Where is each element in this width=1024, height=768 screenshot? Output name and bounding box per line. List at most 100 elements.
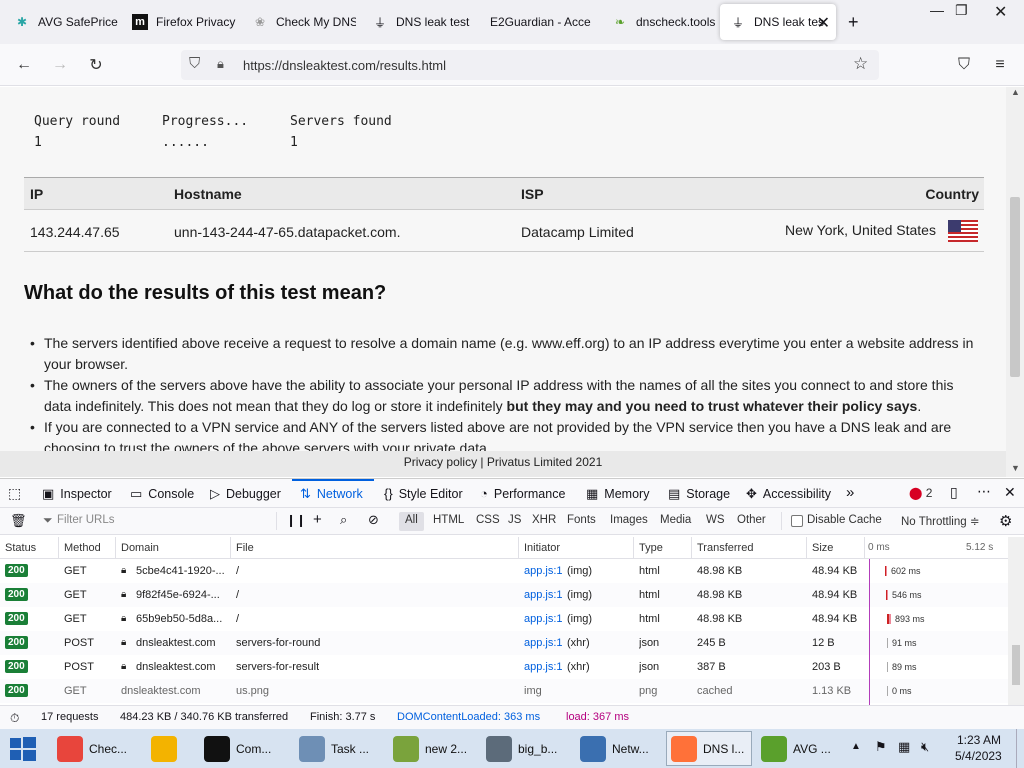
forward-arrow-icon[interactable]: → (48, 53, 72, 77)
taskbar-app[interactable]: new 2... (389, 731, 479, 766)
tab-e2guardian[interactable]: E2Guardian - Acce (480, 4, 598, 40)
table-row[interactable]: 200 GET 🔒︎ 5cbe4c41-1920-... / app.js:1 (img) h… (0, 559, 1008, 583)
tab-storage[interactable]: ▤ Storage (668, 486, 730, 502)
scrollbar-thumb[interactable] (1010, 197, 1020, 377)
taskbar-app[interactable]: DNS l... (666, 731, 752, 766)
filter-media[interactable]: Media (660, 514, 691, 526)
more-tabs-chevron-icon[interactable]: » (846, 484, 854, 501)
menu-icon[interactable]: ≡ (988, 53, 1012, 77)
tab-memory[interactable]: ▦ Memory (586, 486, 649, 502)
table-row[interactable]: 200 GET dnsleaktest.com us.png img png cached 1… (0, 679, 1008, 703)
show-hidden-icons-chevron[interactable]: ▲ (851, 741, 861, 752)
tab-network[interactable]: ⇅ Network (300, 486, 363, 502)
col-method[interactable]: Method (64, 542, 101, 554)
tab-console[interactable]: ▭ Console (130, 486, 194, 502)
bookmark-star-icon[interactable]: ☆ (853, 54, 868, 74)
disable-cache-label[interactable]: Disable Cache (807, 514, 882, 526)
clock-date[interactable]: 5/4/2023 (955, 749, 1002, 763)
lock-icon[interactable]: 🔒︎ (217, 56, 224, 72)
col-file[interactable]: File (236, 542, 254, 554)
tab-dns-leak-test[interactable]: ⏚ DNS leak test (362, 4, 478, 40)
table-row: 143.244.47.65 unn-143-244-47-65.datapack… (24, 209, 984, 252)
block-icon[interactable]: ⊘ (368, 512, 379, 528)
filter-ws[interactable]: WS (706, 514, 725, 526)
taskbar-app[interactable]: big_b... (482, 731, 572, 766)
scroll-up-icon[interactable]: ▲ (1011, 87, 1020, 97)
filter-all[interactable]: All (405, 514, 418, 526)
scrollbar-thumb[interactable] (1012, 645, 1020, 685)
col-initiator[interactable]: Initiator (524, 542, 560, 554)
filter-urls-input[interactable]: Filter URLs (57, 514, 115, 526)
filter-other[interactable]: Other (737, 514, 766, 526)
search-icon[interactable]: ⌕ (340, 512, 347, 528)
tab-style-editor[interactable]: {} Style Editor (384, 486, 463, 501)
taskbar-app[interactable]: Chec... (53, 731, 143, 766)
flag-icon[interactable]: ⚑ (875, 739, 887, 755)
tab-check-my-dns[interactable]: ❀ Check My DNS (242, 4, 356, 40)
disable-cache-checkbox[interactable] (791, 515, 803, 527)
trash-icon[interactable]: 🗑︎ (10, 513, 27, 529)
pause-icon[interactable]: ❙❙ (286, 513, 306, 527)
reload-icon[interactable]: ↻ (84, 53, 108, 77)
volume-muted-icon[interactable]: 🔇︎ (921, 739, 929, 755)
page-scrollbar[interactable]: ▲ ▼ (1006, 87, 1024, 477)
tab-dns-leak-test-active[interactable]: ⏚ DNS leak tes ✕ (720, 4, 836, 40)
show-desktop-button[interactable] (1016, 729, 1024, 768)
table-row[interactable]: 200 POST 🔒︎ dnsleaktest.com servers-for-resu… (0, 655, 1008, 679)
filter-fonts[interactable]: Fonts (567, 514, 596, 526)
element-picker-icon[interactable]: ⬚ (8, 485, 21, 502)
col-transferred[interactable]: Transferred (697, 542, 753, 554)
col-status[interactable]: Status (5, 542, 36, 554)
tab-debugger[interactable]: ▷ Debugger (210, 486, 281, 502)
taskbar-app[interactable] (147, 731, 195, 766)
filter-js[interactable]: JS (508, 514, 521, 526)
minimize-icon[interactable]: — (930, 2, 944, 18)
network-settings-gear-icon[interactable]: ⚙ (999, 512, 1012, 530)
taskbar-app[interactable]: Netw... (576, 731, 662, 766)
pocket-icon[interactable]: ⛉ (952, 53, 976, 77)
tab-firefox-privacy[interactable]: m Firefox Privacy (122, 4, 240, 40)
error-count-badge[interactable]: ⬤ 2 (909, 486, 932, 500)
col-type[interactable]: Type (639, 542, 663, 554)
taskbar-app[interactable]: Com... (200, 731, 290, 766)
type-cell: json (639, 637, 660, 649)
taskbar-app[interactable]: AVG ... (757, 731, 843, 766)
tab-avg-safeprice[interactable]: ✱ AVG SafePrice (4, 4, 120, 40)
tab-label: Console (148, 487, 195, 501)
restore-icon[interactable]: ❐ (955, 2, 968, 19)
shield-icon[interactable]: ⛉ (189, 55, 200, 72)
url-bar[interactable]: ⛉ 🔒︎ https://dnsleaktest.com/results.htm… (181, 50, 879, 80)
scroll-down-icon[interactable]: ▼ (1011, 463, 1020, 473)
filter-images[interactable]: Images (610, 514, 648, 526)
col-size[interactable]: Size (812, 542, 833, 554)
filter-css[interactable]: CSS (476, 514, 500, 526)
network-tray-icon[interactable]: ▦ (898, 739, 910, 755)
windows-start-icon[interactable] (10, 737, 36, 761)
table-row[interactable]: 200 GET 🔒︎ 9f82f45e-6924-... / app.js:1 (img) h… (0, 583, 1008, 607)
filter-xhr[interactable]: XHR (532, 514, 556, 526)
close-window-icon[interactable]: ✕ (994, 2, 1007, 22)
network-scrollbar[interactable] (1008, 537, 1024, 705)
taskbar-app[interactable]: Task ... (295, 731, 385, 766)
close-devtools-icon[interactable]: ✕ (1004, 484, 1016, 501)
filter-html[interactable]: HTML (433, 514, 464, 526)
options-menu-icon[interactable]: ⋯ (977, 483, 991, 500)
tab-dnscheck-tools[interactable]: ❧ dnscheck.tools (602, 4, 716, 40)
page-footer[interactable]: Privacy policy | Privatus Limited 2021 (0, 451, 1006, 477)
add-filter-icon[interactable]: + (313, 511, 322, 528)
status-code-badge: 200 (5, 660, 28, 673)
url-text[interactable]: https://dnsleaktest.com/results.html (243, 58, 446, 73)
responsive-mode-icon[interactable]: ▯ (950, 484, 958, 501)
clock-time[interactable]: 1:23 AM (957, 733, 1001, 747)
tab-performance[interactable]: ◔ Performance (480, 486, 565, 501)
close-tab-icon[interactable]: ✕ (817, 13, 830, 33)
dnsleak-icon: ⏚ (373, 15, 386, 30)
throttling-select[interactable]: No Throttling ≑ (901, 514, 979, 528)
new-tab-button[interactable]: + (848, 12, 859, 33)
tab-accessibility[interactable]: ✥ Accessibility (746, 486, 831, 502)
table-row[interactable]: 200 POST 🔒︎ dnsleaktest.com servers-for-roun… (0, 631, 1008, 655)
table-row[interactable]: 200 GET 🔒︎ 65b9eb50-5d8a... / app.js:1 (img) ht… (0, 607, 1008, 631)
col-domain[interactable]: Domain (121, 542, 159, 554)
tab-inspector[interactable]: ▣ Inspector (42, 486, 112, 502)
back-arrow-icon[interactable]: ← (12, 53, 36, 77)
